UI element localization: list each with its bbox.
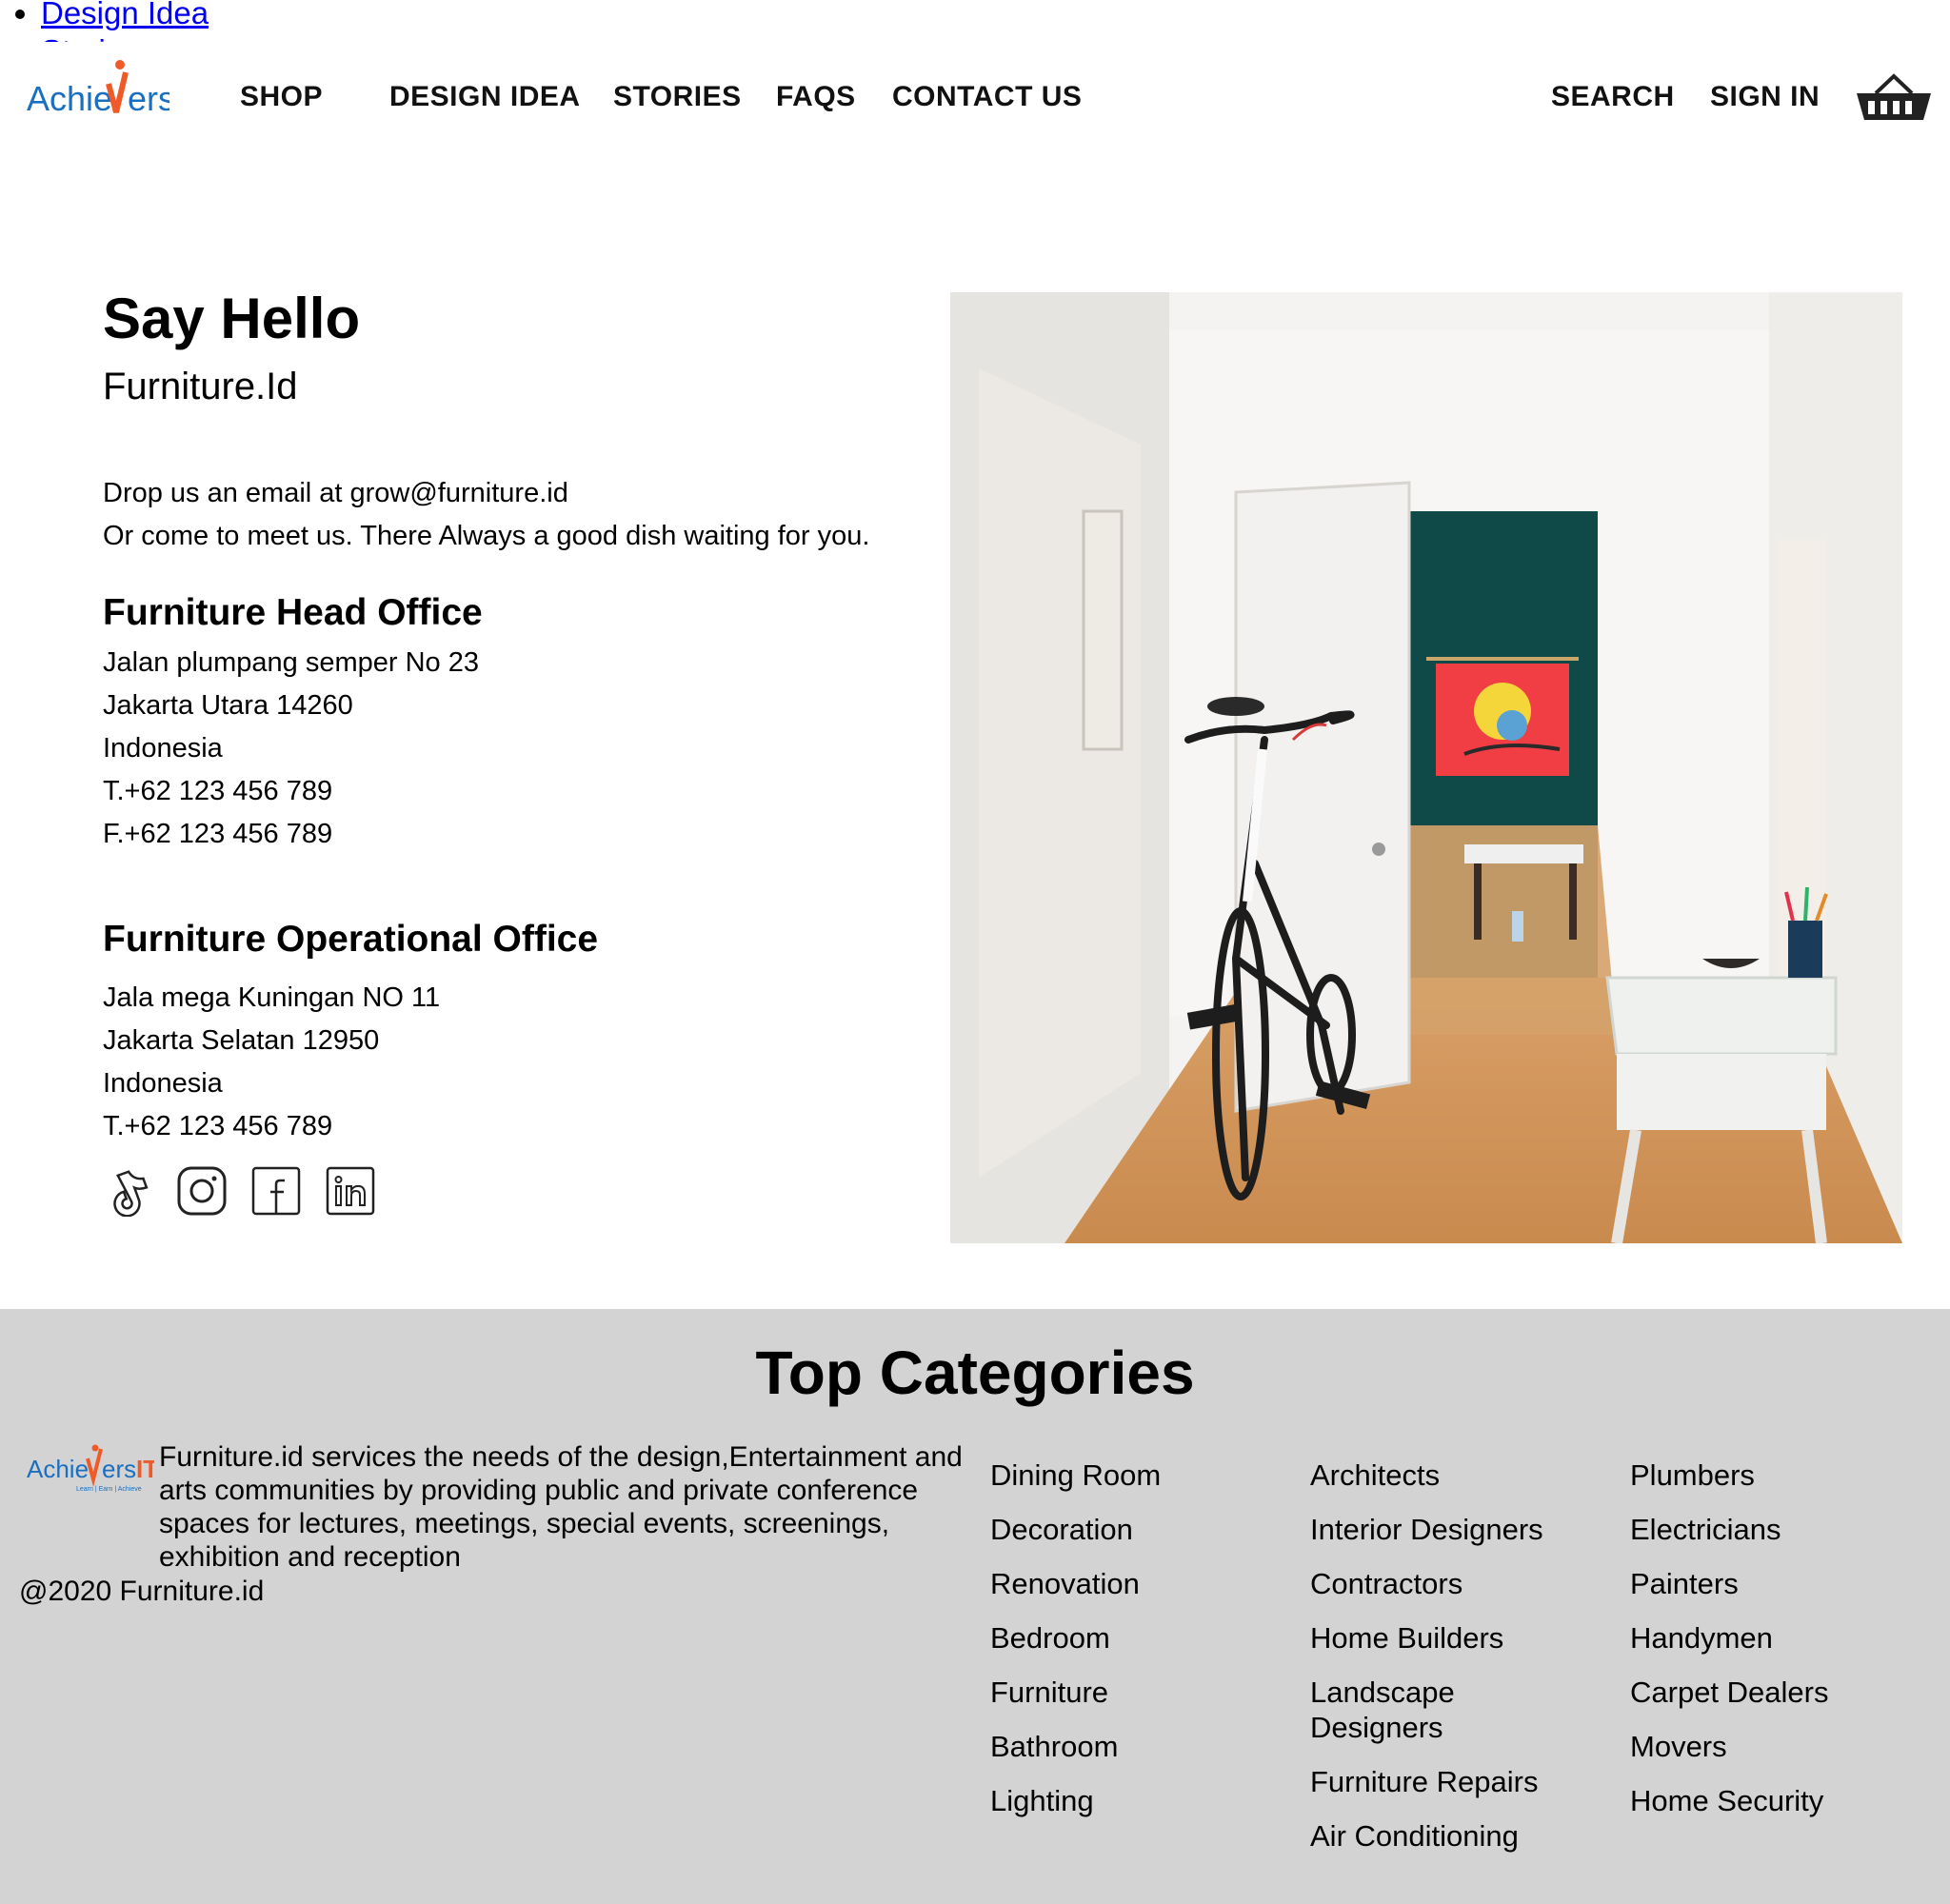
category-link[interactable]: Bedroom bbox=[990, 1620, 1295, 1656]
category-link[interactable]: Air Conditioning bbox=[1310, 1818, 1586, 1854]
category-link[interactable]: Movers bbox=[1630, 1729, 1935, 1764]
category-link[interactable]: Plumbers bbox=[1630, 1458, 1935, 1493]
logo-text-ers: ers bbox=[128, 79, 169, 118]
page-subtitle: Furniture.Id bbox=[103, 366, 298, 407]
footer-logo-text-ers: ers bbox=[102, 1455, 136, 1483]
category-link[interactable]: Bathroom bbox=[990, 1729, 1295, 1764]
category-link[interactable]: Electricians bbox=[1630, 1512, 1935, 1547]
category-link[interactable]: Home Builders bbox=[1310, 1620, 1586, 1656]
facebook-icon[interactable] bbox=[250, 1165, 302, 1217]
phone-line: T.+62 123 456 789 bbox=[103, 776, 333, 806]
footer-logo-text-achie: Achie bbox=[27, 1455, 89, 1483]
logo-text-achie: Achie bbox=[27, 79, 112, 118]
nav-faqs[interactable]: FAQS bbox=[776, 81, 856, 113]
tiktok-icon[interactable] bbox=[103, 1165, 154, 1217]
site-footer: Top Categories Achie ers IT Learn | Earn… bbox=[0, 1309, 1950, 1904]
linkedin-icon[interactable] bbox=[325, 1165, 376, 1217]
category-link[interactable]: Architects bbox=[1310, 1458, 1586, 1493]
stray-list-item[interactable]: Stories bbox=[41, 32, 209, 42]
achieversit-logo[interactable]: Achie ers IT bbox=[27, 55, 169, 122]
logo-tagline: Learn | Earn | Achieve bbox=[76, 1486, 142, 1493]
category-link[interactable]: Renovation bbox=[990, 1566, 1295, 1601]
basket-icon[interactable] bbox=[1855, 72, 1933, 126]
footer-description: Furniture.id services the needs of the d… bbox=[159, 1441, 963, 1573]
intro-text: Drop us an email at grow@furniture.id Or… bbox=[103, 472, 869, 558]
categories-column-3: Plumbers Electricians Painters Handymen … bbox=[1630, 1458, 1935, 1837]
category-link[interactable]: Home Security bbox=[1630, 1783, 1935, 1818]
address-line: Jakarta Selatan 12950 bbox=[103, 1025, 380, 1056]
operational-office-address: Jala mega Kuningan NO 11 Jakarta Selatan… bbox=[103, 977, 440, 1148]
address-line: Indonesia bbox=[103, 733, 223, 764]
category-link[interactable]: Contractors bbox=[1310, 1566, 1586, 1601]
categories-column-1: Dining Room Decoration Renovation Bedroo… bbox=[990, 1458, 1295, 1837]
phone-line: T.+62 123 456 789 bbox=[103, 1111, 333, 1141]
nav-design-idea[interactable]: DESIGN IDEA bbox=[389, 81, 581, 113]
stray-link-design-idea[interactable]: Design Idea bbox=[41, 0, 209, 30]
operational-office-title: Furniture Operational Office bbox=[103, 919, 599, 960]
category-link[interactable]: Furniture Repairs bbox=[1310, 1764, 1586, 1799]
top-categories-title: Top Categories bbox=[755, 1339, 1195, 1407]
stray-nav-list: Design Idea Stories bbox=[0, 0, 209, 42]
category-link[interactable]: Carpet Dealers bbox=[1630, 1675, 1935, 1710]
categories-column-2: Architects Interior Designers Contractor… bbox=[1310, 1458, 1586, 1873]
nav-search[interactable]: SEARCH bbox=[1551, 81, 1675, 113]
intro-line-visit: Or come to meet us. There Always a good … bbox=[103, 521, 870, 551]
address-line: Jalan plumpang semper No 23 bbox=[103, 647, 479, 678]
copyright-text: @2020 Furniture.id bbox=[19, 1576, 265, 1607]
hallway-bicycle-photo bbox=[950, 292, 1902, 1243]
category-link[interactable]: Dining Room bbox=[990, 1458, 1295, 1493]
head-office-title: Furniture Head Office bbox=[103, 592, 483, 633]
head-office-address: Jalan plumpang semper No 23 Jakarta Utar… bbox=[103, 642, 479, 856]
site-header: Achie ers IT SHOP DESIGN IDEA STORIES FA… bbox=[0, 55, 1950, 143]
nav-shop[interactable]: SHOP bbox=[240, 81, 323, 113]
footer-logo-text-it: IT bbox=[136, 1455, 154, 1483]
page-title: Say Hello bbox=[103, 287, 361, 350]
nav-sign-in[interactable]: SIGN IN bbox=[1710, 81, 1820, 113]
category-link[interactable]: Furniture bbox=[990, 1675, 1295, 1710]
category-link[interactable]: Interior Designers bbox=[1310, 1512, 1586, 1547]
category-link[interactable]: Landscape Designers bbox=[1310, 1675, 1501, 1745]
category-link[interactable]: Handymen bbox=[1630, 1620, 1935, 1656]
address-line: Indonesia bbox=[103, 1068, 223, 1099]
intro-line-email: Drop us an email at grow@furniture.id bbox=[103, 478, 568, 508]
stray-link-stories[interactable]: Stories bbox=[41, 33, 139, 42]
instagram-icon[interactable] bbox=[176, 1165, 228, 1217]
nav-contact-us[interactable]: CONTACT US bbox=[892, 81, 1082, 113]
address-line: Jala mega Kuningan NO 11 bbox=[103, 982, 441, 1013]
footer-achieversit-logo[interactable]: Achie ers IT Learn | Earn | Achieve bbox=[27, 1443, 154, 1500]
address-line: Jakarta Utara 14260 bbox=[103, 690, 353, 721]
category-link[interactable]: Painters bbox=[1630, 1566, 1935, 1601]
stray-list-item[interactable]: Design Idea bbox=[41, 0, 209, 32]
category-link[interactable]: Lighting bbox=[990, 1783, 1295, 1818]
fax-line: F.+62 123 456 789 bbox=[103, 819, 333, 849]
nav-stories[interactable]: STORIES bbox=[613, 81, 742, 113]
category-link[interactable]: Decoration bbox=[990, 1512, 1295, 1547]
